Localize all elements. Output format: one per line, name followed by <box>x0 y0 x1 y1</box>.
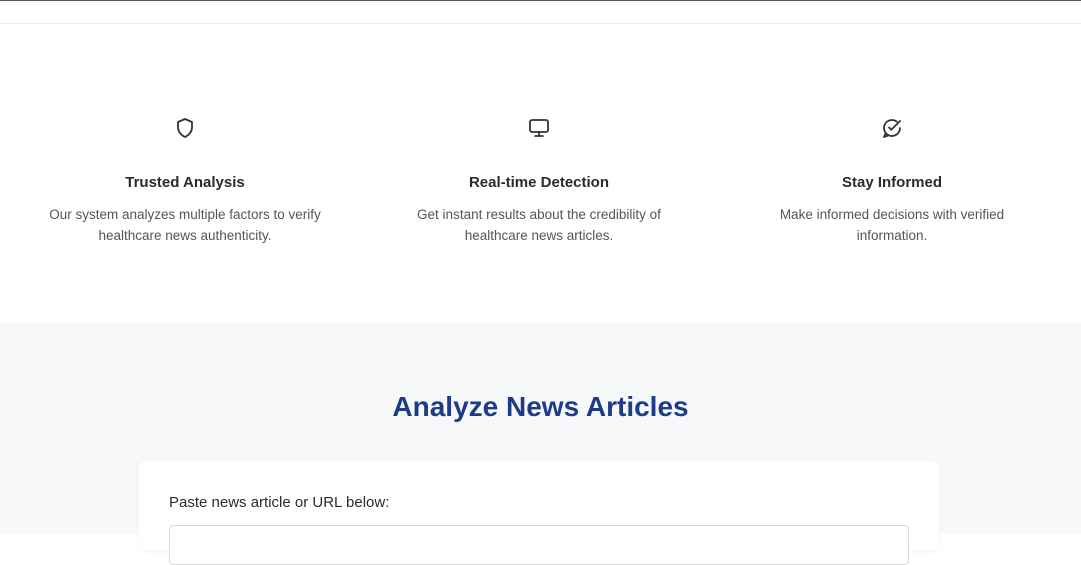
article-input[interactable] <box>169 525 909 565</box>
feature-title: Real-time Detection <box>468 174 610 191</box>
feature-description: Get instant results about the credibilit… <box>417 207 661 243</box>
monitor-icon <box>527 116 551 140</box>
feature-title: Stay Informed <box>841 174 943 191</box>
feature-description: Make informed decisions with verified in… <box>779 207 1005 243</box>
shield-icon <box>173 116 197 140</box>
message-check-icon <box>880 116 904 140</box>
analyze-card: Paste news article or URL below: <box>139 461 939 565</box>
header-band <box>0 1 1081 24</box>
feature-title: Trusted Analysis <box>125 174 245 191</box>
article-input-label: Paste news article or URL below: <box>169 494 390 511</box>
analyze-section: Analyze News Articles Paste news article… <box>0 323 1081 565</box>
section-title: Analyze News Articles <box>392 391 689 422</box>
feature-description: Our system analyzes multiple factors to … <box>49 207 321 243</box>
features-section: Trusted Analysis Our system analyzes mul… <box>0 24 1081 323</box>
